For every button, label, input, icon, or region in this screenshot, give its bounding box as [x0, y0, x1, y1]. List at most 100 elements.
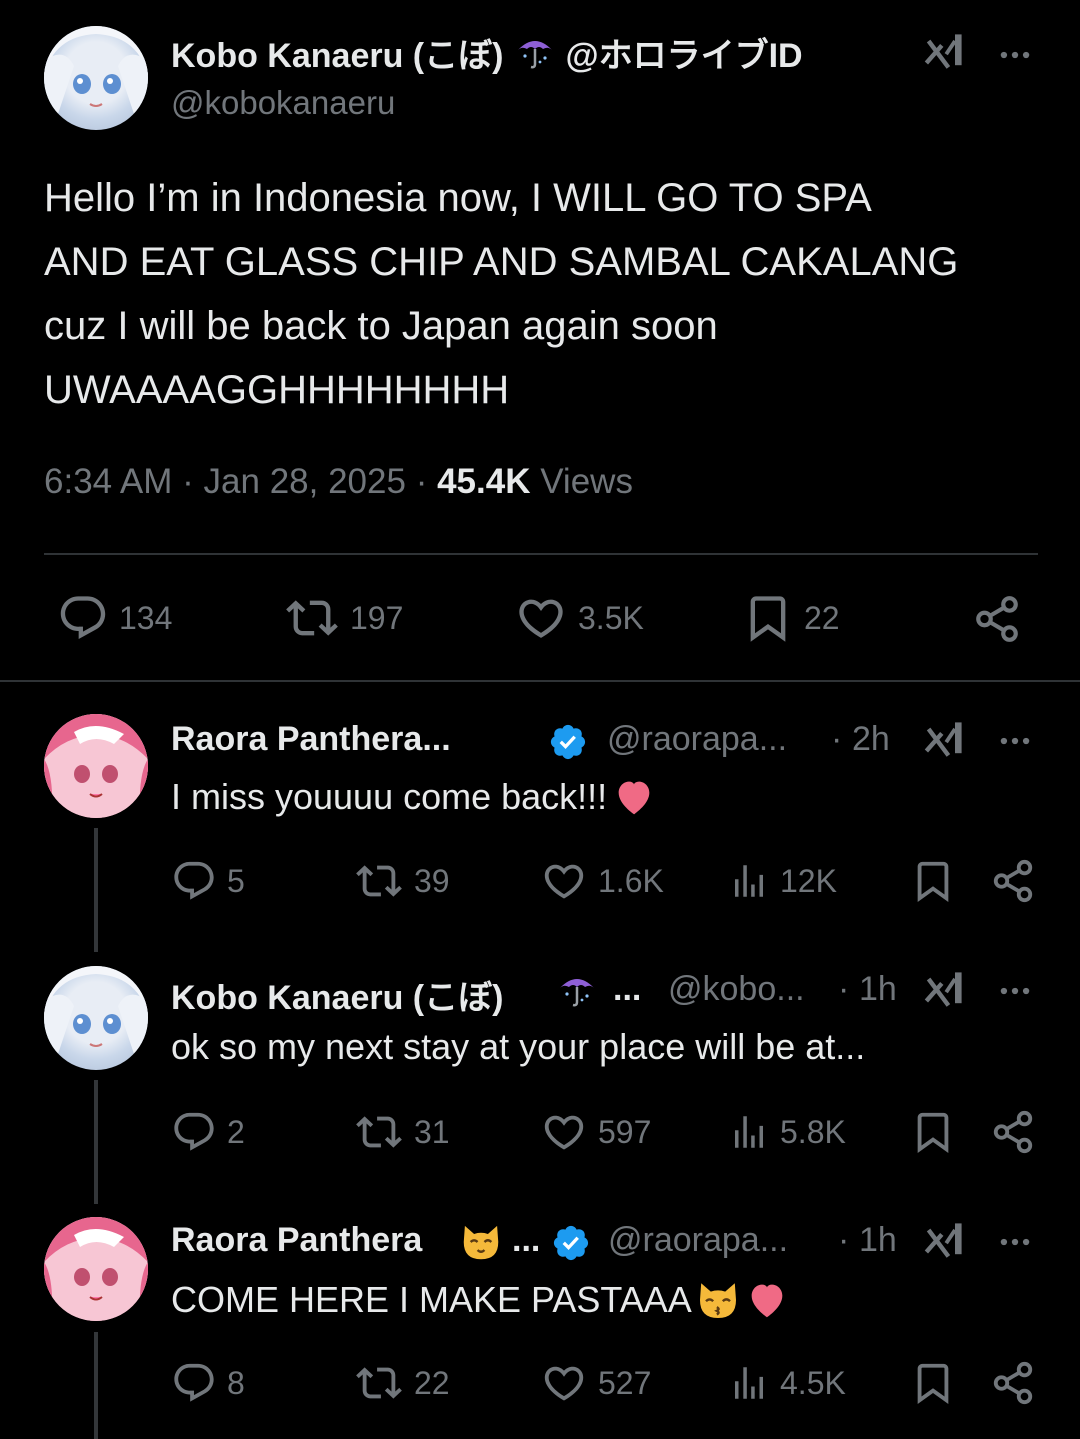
kissing-cat-icon: [694, 1276, 742, 1324]
reply-button[interactable]: 2: [171, 1109, 245, 1155]
like-icon: [540, 1360, 588, 1406]
like-count: 3.5K: [578, 599, 644, 636]
reply-author-name[interactable]: Kobo Kanaeru (こぼ): [171, 970, 503, 1019]
reply-author-handle[interactable]: @kobo...: [668, 970, 805, 1009]
like-button[interactable]: 1.6K: [540, 858, 664, 904]
more-icon[interactable]: [996, 1223, 1034, 1261]
reply-icon: [171, 858, 217, 904]
reply-count: 8: [227, 1364, 245, 1401]
share-icon[interactable]: [990, 858, 1036, 904]
reply-icon: [171, 1360, 217, 1406]
repost-button[interactable]: 39: [354, 858, 450, 904]
thread-line: [94, 828, 98, 952]
reply-text-row: I miss youuuu come back!!!: [171, 774, 657, 820]
tweet-date[interactable]: Jan 28, 2025: [204, 462, 406, 501]
author-handle[interactable]: @kobokanaeru: [171, 84, 395, 122]
reply-text-row: COME HERE I MAKE PASTAAA: [171, 1276, 790, 1324]
like-icon: [540, 858, 588, 904]
reply-time[interactable]: 1h: [859, 970, 897, 1009]
views-count: 12K: [780, 862, 837, 899]
repost-icon: [354, 858, 404, 904]
repost-count: 31: [414, 1113, 450, 1150]
reply-header: Raora Panthera ... @raorapa... · 1h: [171, 1217, 1071, 1265]
more-icon[interactable]: [996, 36, 1034, 74]
reply-separator: ·: [838, 1221, 850, 1259]
repost-icon: [284, 592, 340, 644]
tweet-text-line: cuz I will be back to Japan again soon: [44, 304, 718, 348]
views-button[interactable]: 5.8K: [728, 1109, 846, 1155]
bookmark-button[interactable]: 22: [742, 592, 840, 644]
author-name-suffix[interactable]: @ホロライブID: [565, 28, 802, 77]
avatar-kobo[interactable]: [44, 966, 148, 1070]
views-label: Views: [540, 462, 633, 501]
heart-emoji-icon: [611, 774, 657, 820]
reply-text: COME HERE I MAKE PASTAAA: [171, 1279, 692, 1320]
repost-button[interactable]: 31: [354, 1109, 450, 1155]
more-icon[interactable]: [996, 722, 1034, 760]
author-name-row[interactable]: Kobo Kanaeru (こぼ) @ホロライブID: [171, 28, 803, 76]
share-icon[interactable]: [990, 1109, 1036, 1155]
share-icon[interactable]: [972, 594, 1022, 644]
like-icon: [514, 592, 568, 644]
like-button[interactable]: 527: [540, 1360, 651, 1406]
reply-author-handle[interactable]: @raorapa...: [607, 720, 787, 759]
like-button[interactable]: 3.5K: [514, 592, 644, 644]
reply-header: Kobo Kanaeru (こぼ) ... @kobo... · 1h: [171, 966, 1071, 1017]
tweet-text: Hello I’m in Indonesia now, I WILL GO TO…: [44, 166, 958, 422]
tweet-text-line: UWAAAAGGHHHHHHHH: [44, 368, 510, 412]
reply-icon: [57, 592, 109, 644]
avatar-raora[interactable]: [44, 1217, 148, 1321]
name-ellipsis: ...: [512, 1221, 541, 1259]
reply-author-name[interactable]: Raora Panthera: [171, 1221, 422, 1260]
reply-time[interactable]: 1h: [859, 1221, 897, 1260]
like-count: 597: [598, 1113, 652, 1150]
reply-author-handle[interactable]: @raorapa...: [608, 1221, 788, 1260]
reply-button[interactable]: 134: [57, 592, 172, 644]
reply-button[interactable]: 8: [171, 1360, 245, 1406]
repost-count: 39: [414, 862, 450, 899]
repost-button[interactable]: 22: [354, 1360, 450, 1406]
grok-icon[interactable]: [922, 1219, 966, 1263]
views-icon: [728, 858, 770, 904]
cat-face-icon: [458, 1219, 504, 1265]
repost-count: 22: [414, 1364, 450, 1401]
bookmark-icon[interactable]: [910, 1360, 956, 1406]
views-button[interactable]: 4.5K: [728, 1360, 846, 1406]
thread-line: [94, 1332, 98, 1439]
repost-icon: [354, 1360, 404, 1406]
views-count: 4.5K: [780, 1364, 846, 1401]
reply-time[interactable]: 2h: [852, 720, 890, 759]
tweet-text-line: Hello I’m in Indonesia now, I WILL GO TO…: [44, 176, 872, 220]
share-icon[interactable]: [990, 1360, 1036, 1406]
verified-icon: [551, 1223, 591, 1263]
verified-icon: [548, 722, 588, 762]
avatar-raora[interactable]: [44, 714, 148, 818]
bookmark-icon[interactable]: [910, 1109, 956, 1155]
reply-button[interactable]: 5: [171, 858, 245, 904]
views-count: 45.4K: [437, 462, 531, 501]
more-icon[interactable]: [996, 972, 1034, 1010]
avatar-kobo[interactable]: [44, 26, 148, 130]
reply-separator: ·: [831, 720, 843, 758]
like-count: 1.6K: [598, 862, 664, 899]
meta-separator: ·: [182, 462, 194, 501]
meta-separator: ·: [415, 462, 428, 501]
tweet-time[interactable]: 6:34 AM: [44, 462, 172, 501]
grok-icon[interactable]: [922, 30, 966, 74]
reply-header: Raora Panthera... @raorapa... · 2h: [171, 716, 1071, 764]
repost-icon: [354, 1109, 404, 1155]
views-icon: [728, 1109, 770, 1155]
grok-icon[interactable]: [922, 968, 966, 1012]
author-name[interactable]: Kobo Kanaeru (こぼ): [171, 28, 503, 77]
like-button[interactable]: 597: [540, 1109, 651, 1155]
bookmark-icon[interactable]: [910, 858, 956, 904]
bookmark-count: 22: [804, 599, 840, 636]
like-count: 527: [598, 1364, 652, 1401]
repost-count: 197: [350, 599, 404, 636]
grok-icon[interactable]: [922, 718, 966, 762]
reply-icon: [171, 1109, 217, 1155]
like-icon: [540, 1109, 588, 1155]
views-button[interactable]: 12K: [728, 858, 837, 904]
repost-button[interactable]: 197: [284, 592, 403, 644]
reply-author-name[interactable]: Raora Panthera...: [171, 720, 451, 759]
